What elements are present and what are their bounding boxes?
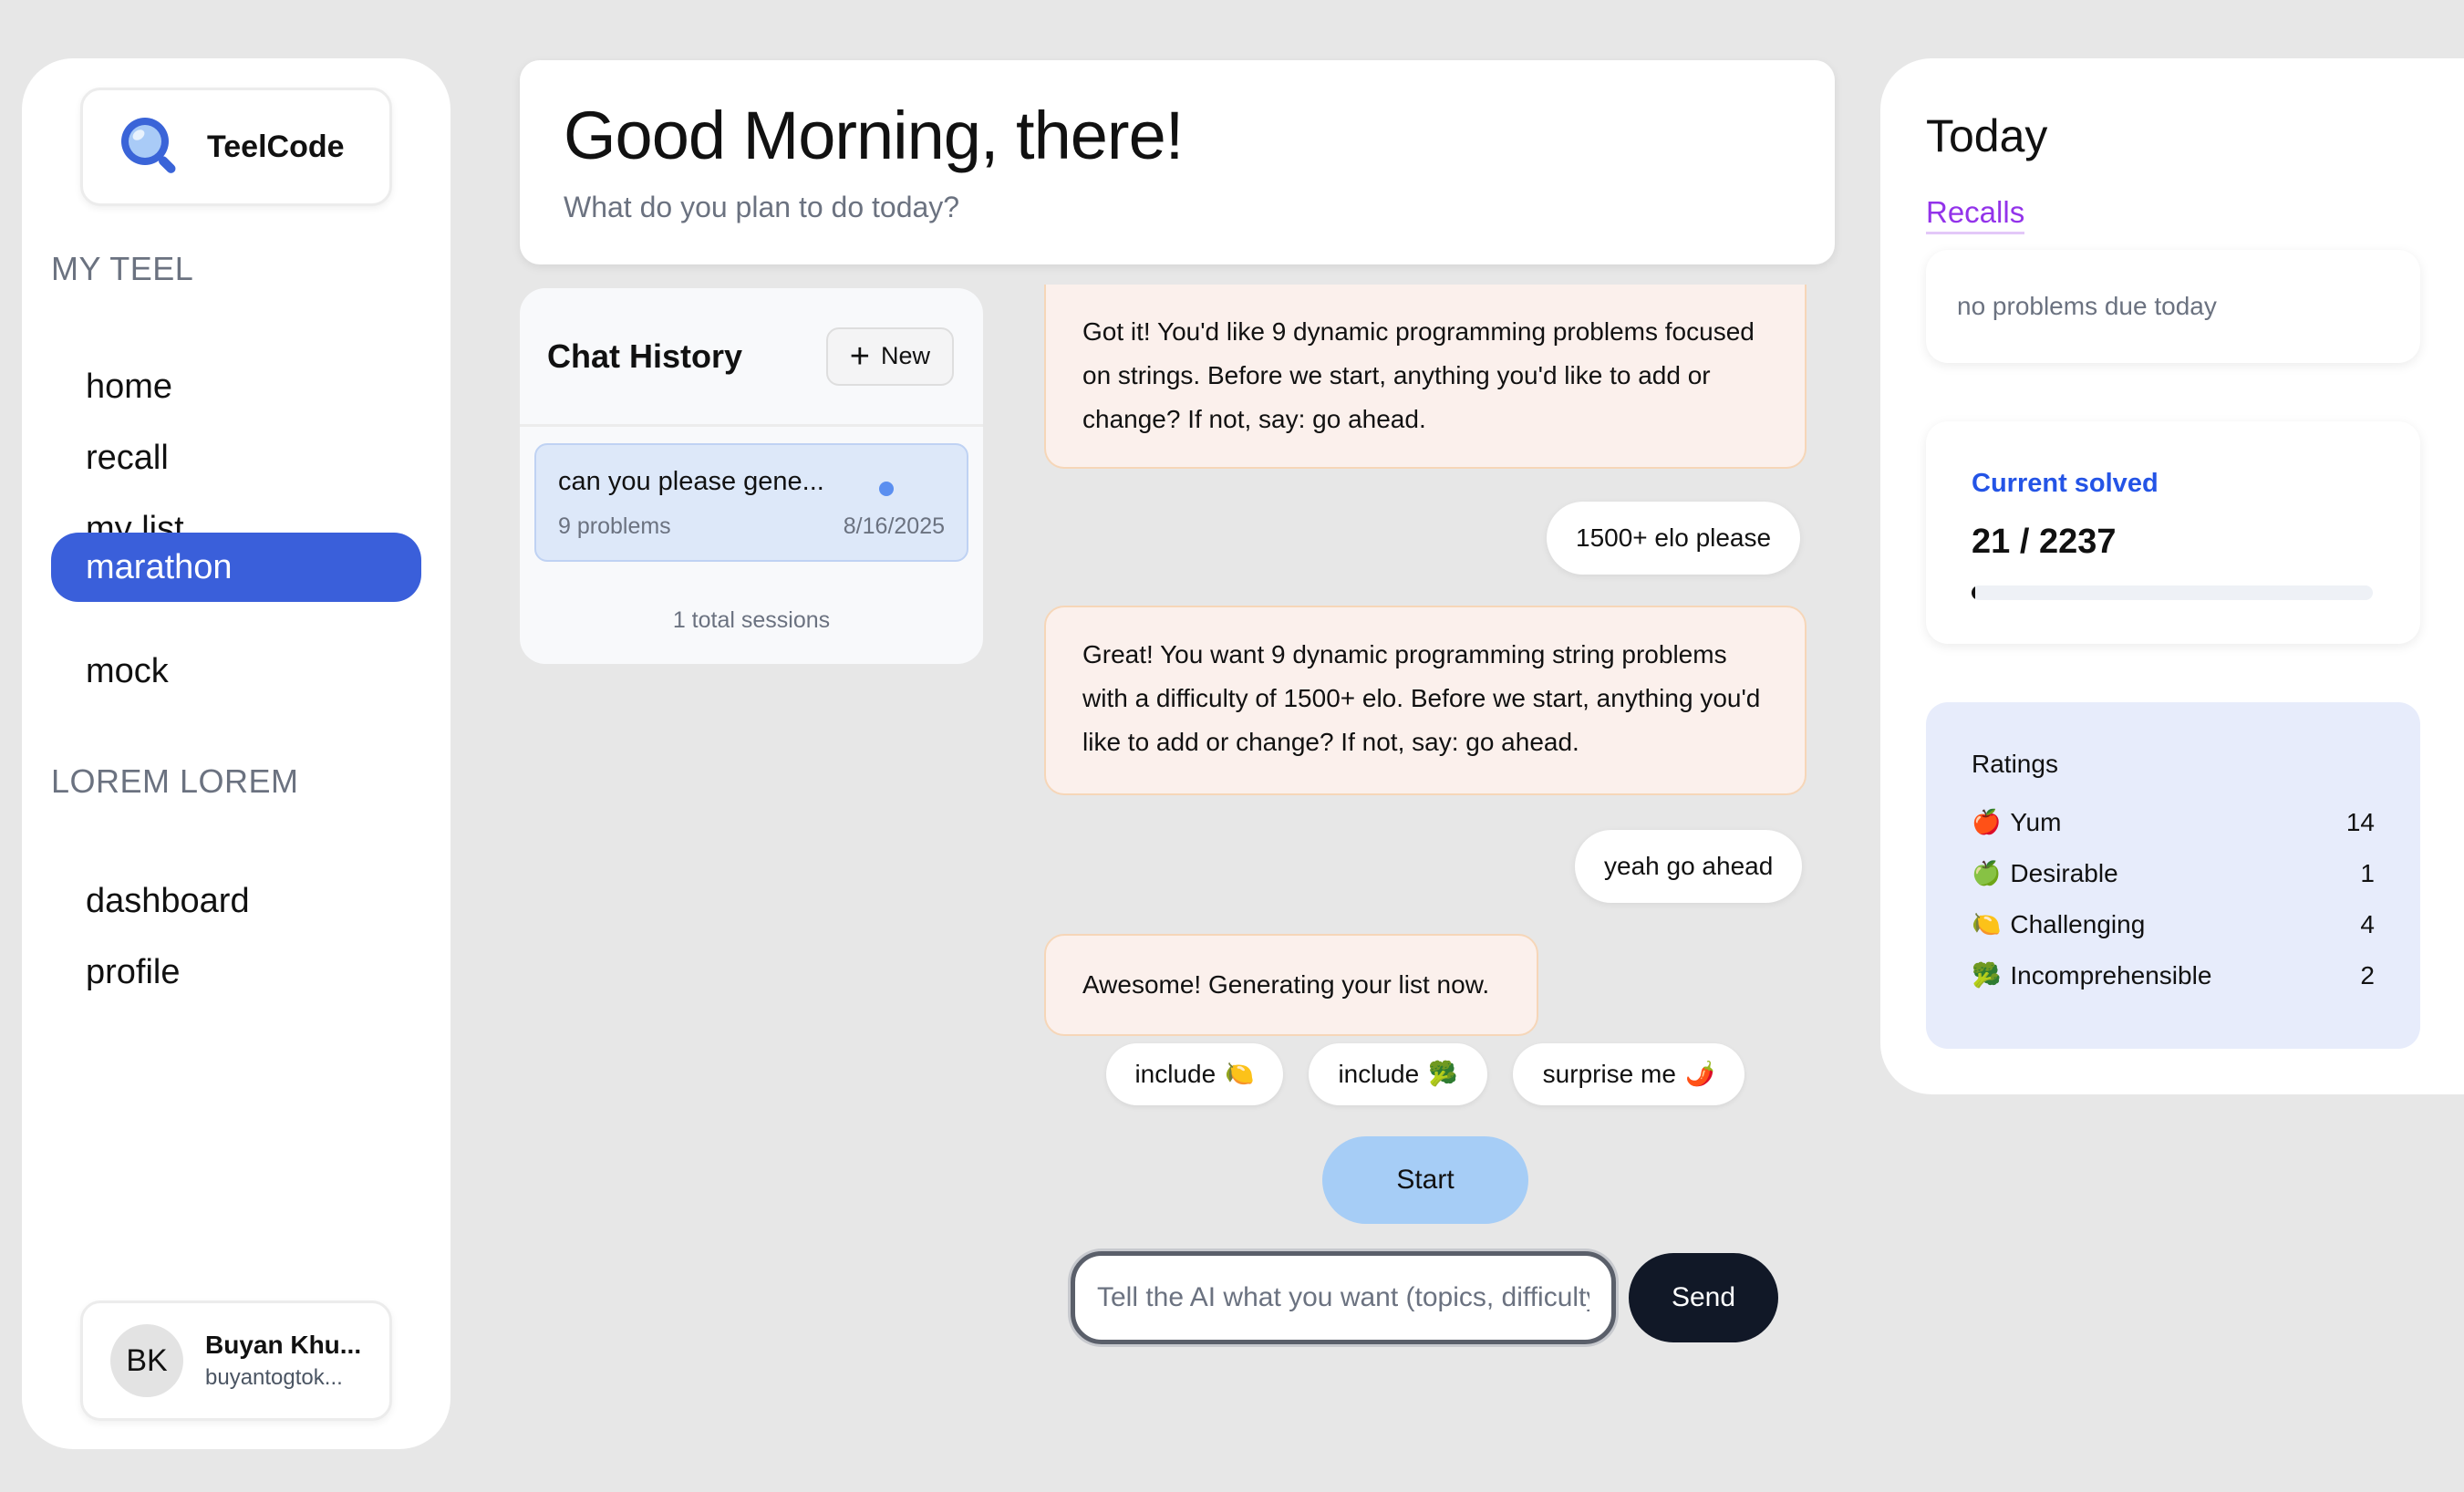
solved-card: Current solved 21 / 2237 bbox=[1926, 421, 2420, 644]
greeting-card: Good Morning, there! What do you plan to… bbox=[520, 60, 1835, 264]
section-title-lorem: LOREM LOREM bbox=[51, 762, 299, 800]
recalls-empty-text: no problems due today bbox=[1957, 292, 2217, 320]
rating-count: 2 bbox=[2360, 961, 2375, 989]
sidebar-item-mock[interactable]: mock bbox=[51, 637, 421, 706]
sidebar-item-recall[interactable]: recall bbox=[51, 423, 421, 492]
rating-label: Desirable bbox=[2010, 859, 2118, 887]
chat-history-title: Chat History bbox=[547, 337, 743, 375]
rating-row-challenging: 🍋 Challenging 4 bbox=[1972, 899, 2375, 950]
solved-progress-bar bbox=[1972, 585, 2373, 600]
sidebar-item-profile[interactable]: profile bbox=[51, 938, 421, 1007]
rating-row-desirable: 🍏 Desirable 1 bbox=[1972, 848, 2375, 899]
avatar: BK bbox=[110, 1324, 183, 1397]
user-email: buyantogtok... bbox=[205, 1365, 343, 1390]
user-message: 1500+ elo please bbox=[1547, 502, 1801, 575]
recalls-link[interactable]: Recalls bbox=[1926, 195, 2025, 234]
sidebar: TeelCode MY TEEL home recall my list mar… bbox=[22, 58, 450, 1449]
suggestion-chip[interactable]: include 🥦 bbox=[1309, 1043, 1487, 1105]
rating-row-yum: 🍎 Yum 14 bbox=[1972, 797, 2375, 848]
recalls-card: no problems due today bbox=[1926, 250, 2420, 363]
brand-logo-button[interactable]: TeelCode bbox=[80, 88, 392, 206]
chat-input[interactable] bbox=[1071, 1251, 1616, 1344]
sidebar-item-dashboard[interactable]: dashboard bbox=[51, 866, 421, 936]
rating-row-incomprehensible: 🥦 Incomprehensible 2 bbox=[1972, 950, 2375, 1001]
page-title: Good Morning, there! bbox=[564, 98, 1184, 173]
session-problem-count: 9 problems bbox=[558, 513, 671, 539]
solved-label: Current solved bbox=[1972, 469, 2159, 498]
plus-icon: + bbox=[849, 337, 870, 376]
user-card[interactable]: BK Buyan Khu... buyantogtok... bbox=[80, 1300, 392, 1421]
new-chat-button[interactable]: + New bbox=[825, 326, 954, 386]
user-name: Buyan Khu... bbox=[205, 1331, 362, 1359]
chat-session-item[interactable]: can you please gene... 9 problems 8/16/2… bbox=[534, 443, 968, 562]
lemon-icon: 🍋 bbox=[1972, 911, 2002, 938]
suggestion-chip[interactable]: surprise me 🌶️ bbox=[1513, 1043, 1744, 1105]
rating-label: Yum bbox=[2010, 808, 2062, 836]
lemon-icon: 🍋 bbox=[1225, 1061, 1255, 1088]
user-message: yeah go ahead bbox=[1575, 830, 1803, 903]
assistant-message: Awesome! Generating your list now. bbox=[1044, 934, 1538, 1036]
chat-history-header: Chat History + New bbox=[520, 288, 983, 427]
sidebar-item-home[interactable]: home bbox=[51, 352, 421, 421]
suggestion-chip[interactable]: include 🍋 bbox=[1106, 1043, 1283, 1105]
red-apple-icon: 🍎 bbox=[1972, 809, 2002, 836]
active-dot-icon bbox=[879, 482, 894, 496]
magnifier-logo-icon bbox=[116, 112, 181, 182]
green-apple-icon: 🍏 bbox=[1972, 860, 2002, 887]
rating-label: Incomprehensible bbox=[2010, 961, 2212, 989]
broccoli-icon: 🥦 bbox=[1428, 1061, 1458, 1088]
today-panel: Today Recalls no problems due today Curr… bbox=[1880, 58, 2464, 1094]
chip-label: include bbox=[1134, 1060, 1216, 1088]
today-title: Today bbox=[1926, 110, 2048, 161]
new-chat-label: New bbox=[880, 342, 930, 369]
session-date: 8/16/2025 bbox=[843, 513, 945, 539]
broccoli-icon: 🥦 bbox=[1972, 962, 2002, 989]
chat-history-panel: Chat History + New can you please gene..… bbox=[520, 288, 983, 664]
solved-value: 21 / 2237 bbox=[1972, 523, 2117, 561]
assistant-message: Got it! You'd like 9 dynamic programming… bbox=[1044, 285, 1807, 469]
send-button[interactable]: Send bbox=[1629, 1253, 1778, 1342]
section-title-my-teel: MY TEEL bbox=[51, 250, 194, 287]
total-sessions: 1 total sessions bbox=[672, 607, 831, 633]
chili-pepper-icon: 🌶️ bbox=[1684, 1061, 1715, 1088]
ratings-title: Ratings bbox=[1972, 750, 2058, 778]
rating-label: Challenging bbox=[2010, 910, 2146, 938]
rating-count: 4 bbox=[2360, 910, 2375, 938]
ratings-card: Ratings 🍎 Yum 14 🍏 Desirable 1 🍋 Challen… bbox=[1926, 702, 2420, 1049]
page-subtitle: What do you plan to do today? bbox=[564, 191, 960, 223]
rating-count: 14 bbox=[2345, 808, 2375, 836]
chip-label: surprise me bbox=[1542, 1060, 1676, 1088]
solved-progress-fill bbox=[1972, 585, 1976, 600]
chip-label: include bbox=[1338, 1060, 1420, 1088]
sidebar-item-marathon[interactable]: marathon bbox=[51, 533, 421, 602]
rating-count: 1 bbox=[2360, 859, 2375, 887]
start-button[interactable]: Start bbox=[1322, 1136, 1528, 1224]
assistant-message: Great! You want 9 dynamic programming st… bbox=[1044, 606, 1807, 795]
brand-name: TeelCode bbox=[207, 129, 345, 164]
